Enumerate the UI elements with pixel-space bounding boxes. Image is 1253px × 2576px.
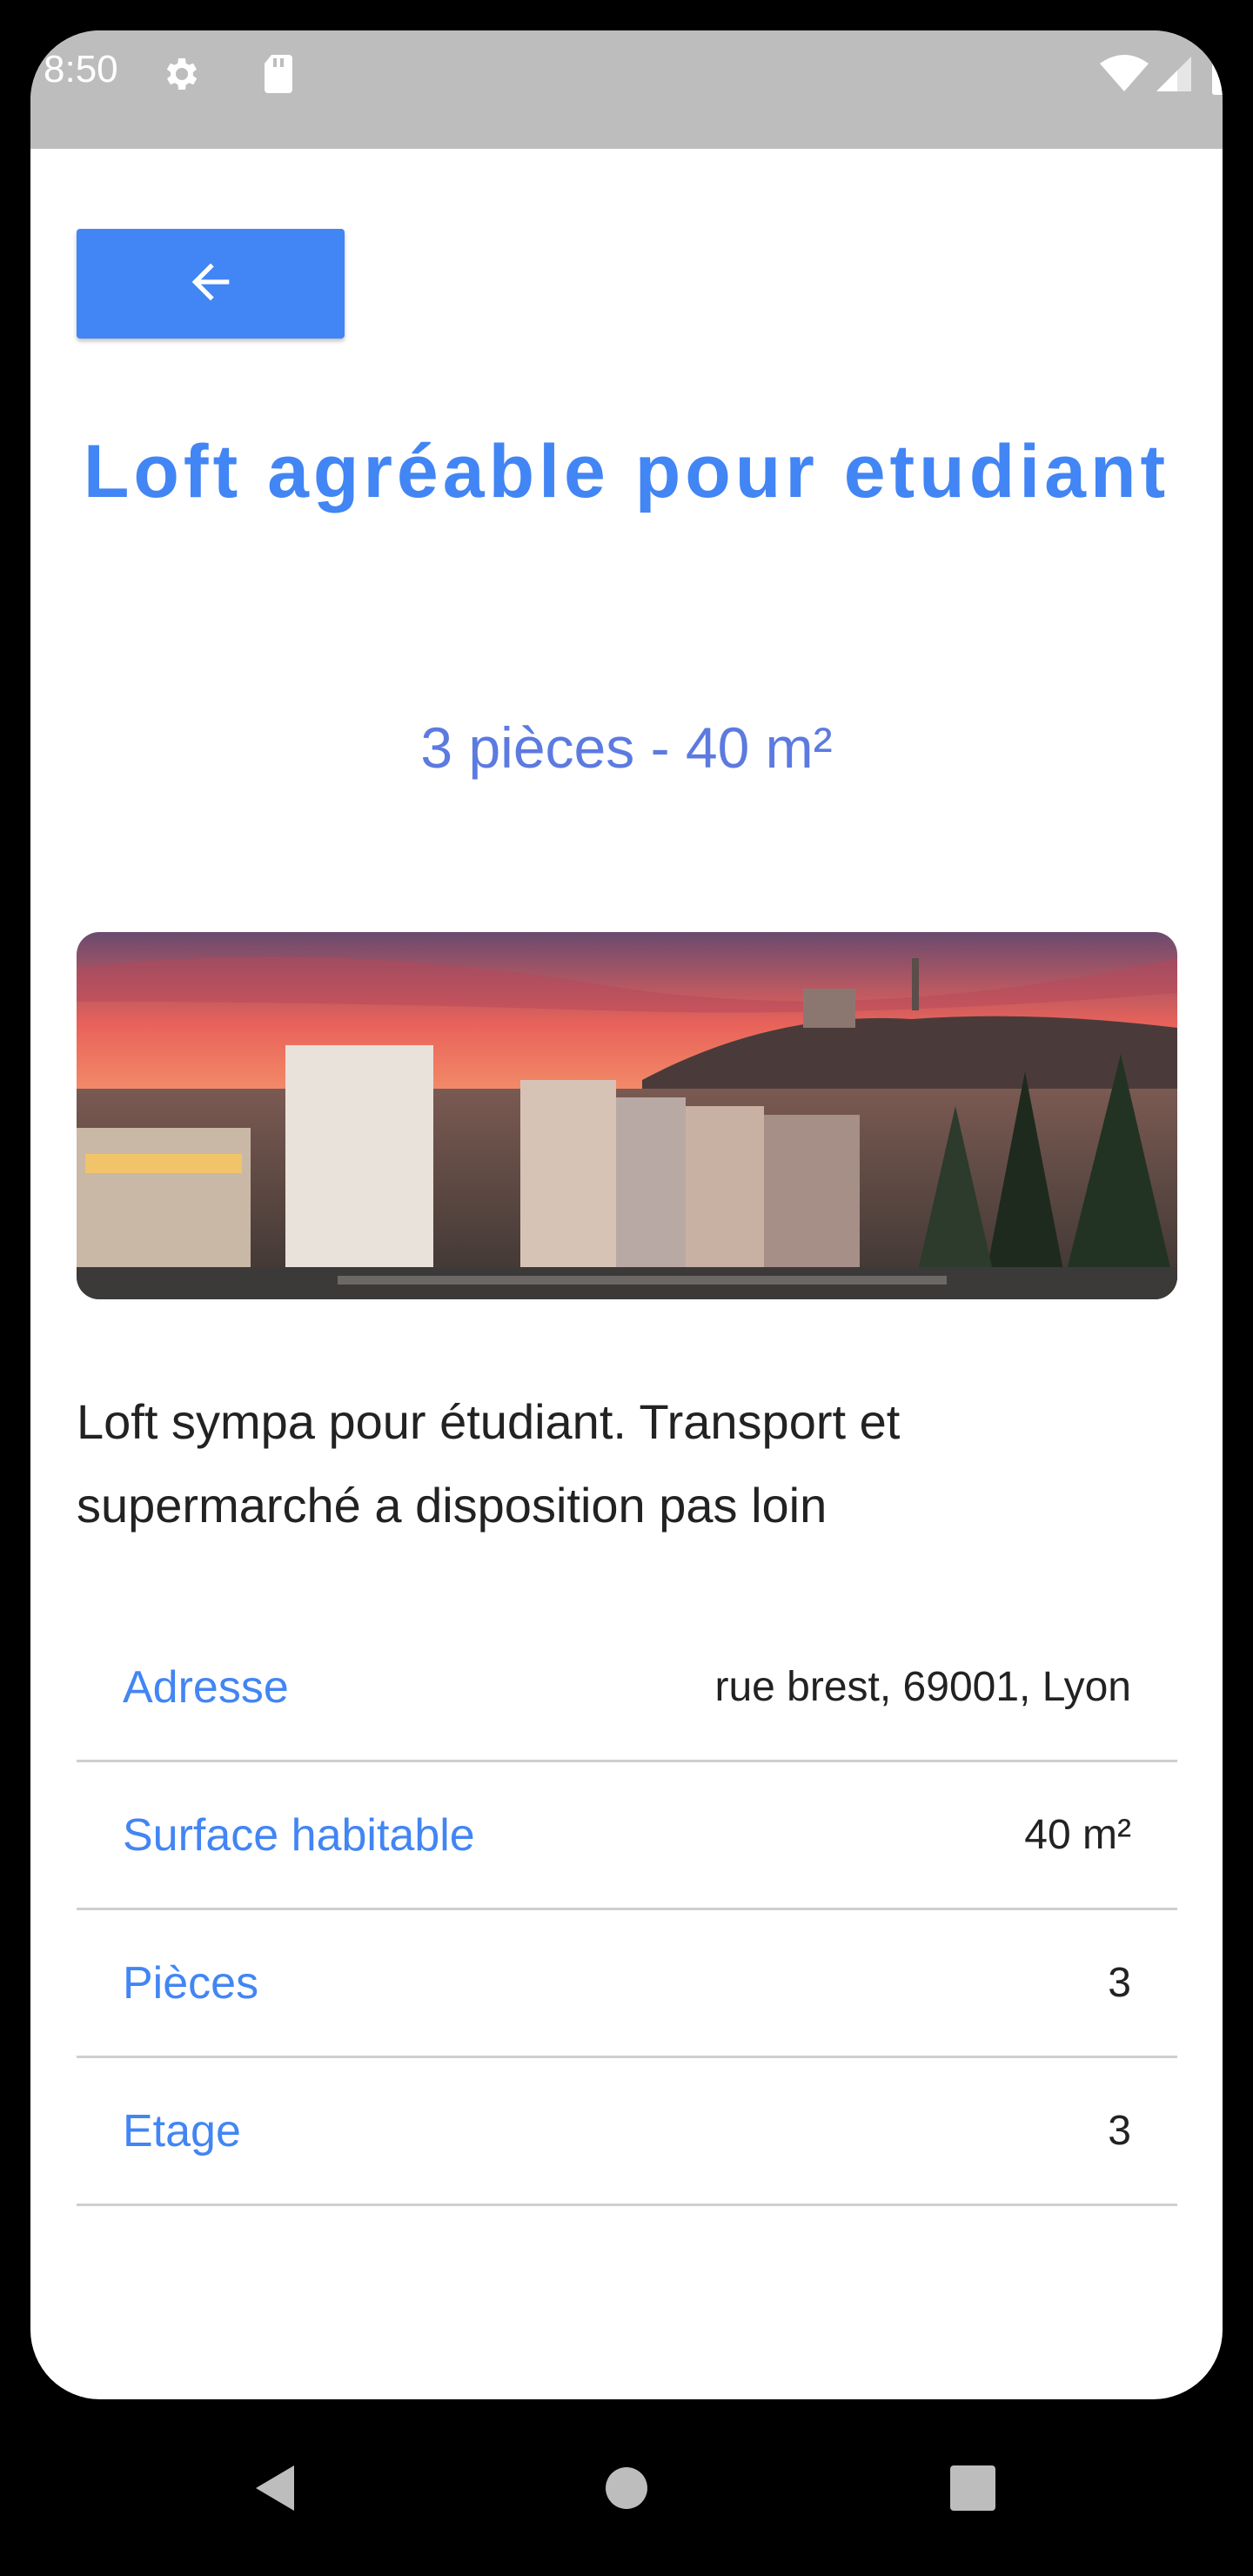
detail-row-surface: Surface habitable 40 m² (77, 1762, 1177, 1910)
detail-value: rue brest, 69001, Lyon (714, 1664, 1131, 1710)
detail-value: 3 (1108, 1960, 1131, 2006)
listing-subtitle: 3 pièces - 40 m² (420, 715, 833, 780)
detail-value: 3 (1108, 2108, 1131, 2154)
listing-description: Loft sympa pour étudiant. Transport et s… (77, 1394, 901, 1533)
listing-detail: Loft agréable pour etudiant 3 pièces - 4… (30, 149, 1223, 2399)
signal-icon (1155, 55, 1193, 97)
detail-label: Adresse (123, 1661, 289, 1713)
detail-row-rooms: Pièces 3 (77, 1910, 1177, 2058)
detail-value: 40 m² (1024, 1812, 1131, 1858)
recents-square-icon[interactable] (950, 2465, 995, 2515)
listing-photo (77, 932, 1177, 1299)
status-bar: 8:50 (30, 30, 1223, 149)
detail-label: Etage (123, 2105, 241, 2157)
listing-title: Loft agréable pour etudiant (83, 430, 1170, 513)
settings-icon (161, 53, 203, 99)
back-triangle-icon[interactable] (252, 2462, 298, 2519)
detail-label: Pièces (123, 1957, 259, 2009)
status-time: 8:50 (44, 48, 118, 91)
battery-icon (1212, 50, 1223, 99)
back-button[interactable] (77, 229, 345, 339)
home-circle-icon[interactable] (604, 2465, 649, 2515)
detail-row-floor: Etage 3 (77, 2058, 1177, 2206)
sd-card-icon (260, 53, 297, 99)
detail-label: Surface habitable (123, 1809, 475, 1861)
details-table: Adresse rue brest, 69001, Lyon Surface h… (77, 1614, 1177, 2206)
wifi-icon (1099, 55, 1149, 97)
detail-row-address: Adresse rue brest, 69001, Lyon (77, 1614, 1177, 1762)
arrow-left-icon (183, 254, 238, 314)
phone-screen: 8:50 Loft agréable pour etudiant 3 pièce… (30, 30, 1223, 2399)
system-nav-bar (0, 2399, 1253, 2576)
